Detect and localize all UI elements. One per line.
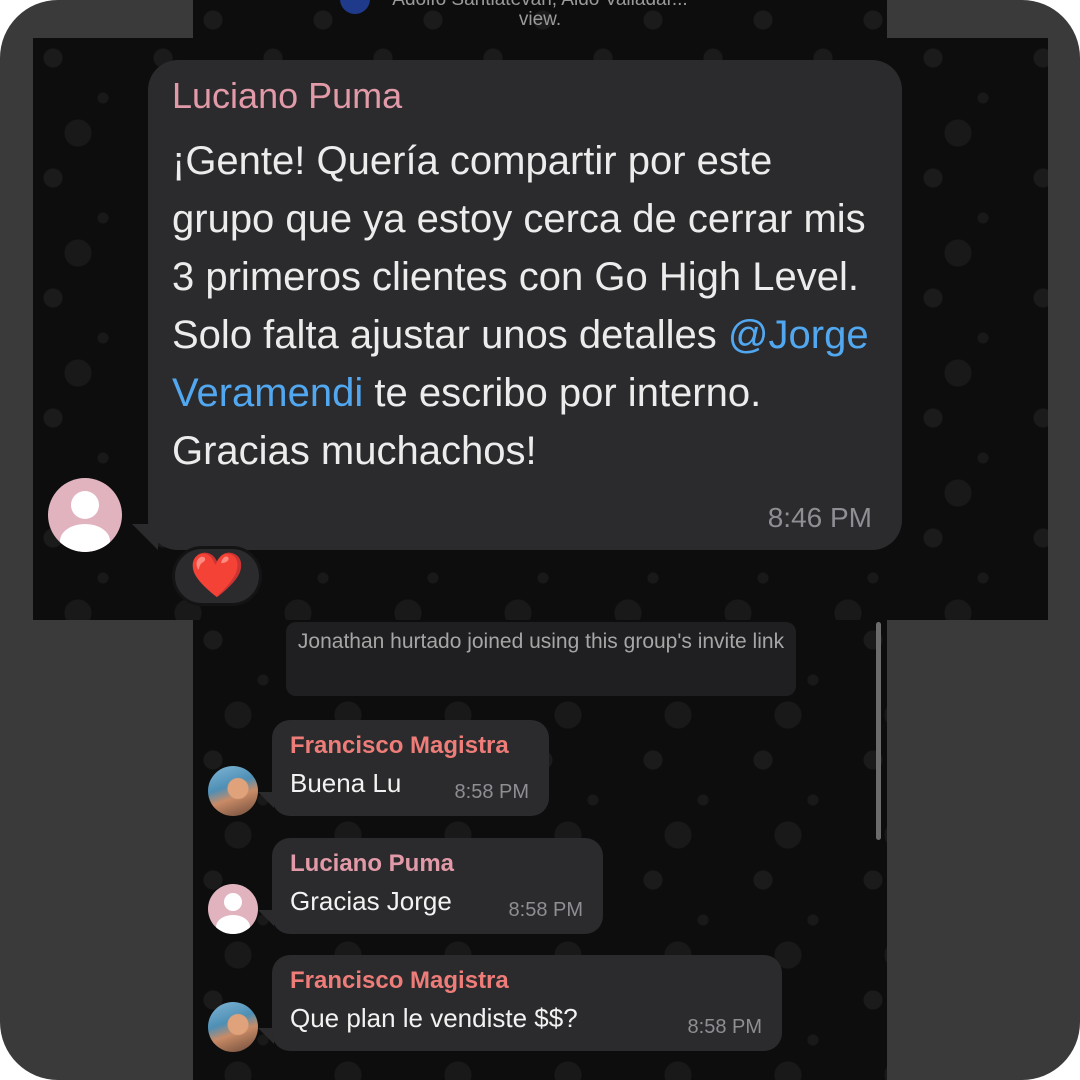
message-time: 8:58 PM: [508, 899, 583, 921]
message-sender[interactable]: Luciano Puma: [290, 850, 587, 878]
group-view-link: view.: [518, 9, 562, 30]
group-info-snippet[interactable]: Adolfo Santiatevan, Aldo Valladar... vie…: [193, 0, 887, 30]
message-bubble-zoomed[interactable]: Luciano Puma ¡Gente! Quería compartir po…: [148, 60, 902, 550]
message-time: 8:46 PM: [767, 502, 872, 533]
avatar-shoulders-icon: [216, 915, 250, 934]
message-sender[interactable]: Francisco Magistra: [290, 967, 766, 995]
message-text: ¡Gente! Quería compartir por este grupo …: [172, 132, 876, 480]
message-bubble[interactable]: Francisco Magistra Que plan le vendiste …: [272, 955, 782, 1051]
scrollbar[interactable]: [876, 622, 881, 840]
avatar-head-icon: [224, 893, 242, 911]
message-bubble[interactable]: Francisco Magistra Buena Lu 8:58 PM: [272, 720, 549, 816]
system-join-message: Jonathan hurtado joined using this group…: [286, 622, 796, 696]
message-time: 8:58 PM: [687, 1016, 762, 1038]
avatar-francisco-magistra[interactable]: [208, 766, 258, 816]
avatar-luciano-puma[interactable]: [48, 478, 122, 552]
screenshot-frame: Adolfo Santiatevan, Aldo Valladar... vie…: [0, 0, 1080, 1080]
message-sender[interactable]: Luciano Puma: [172, 74, 876, 118]
message-sender[interactable]: Francisco Magistra: [290, 732, 533, 760]
avatar-francisco-magistra[interactable]: [208, 1002, 258, 1052]
heart-reaction-icon[interactable]: ❤️: [172, 546, 262, 606]
avatar-shoulders-icon: [60, 524, 110, 552]
message-time: 8:58 PM: [454, 781, 529, 803]
avatar-luciano-puma[interactable]: [208, 884, 258, 934]
avatar-head-icon: [71, 491, 99, 519]
message-bubble[interactable]: Luciano Puma Gracias Jorge 8:58 PM: [272, 838, 603, 934]
